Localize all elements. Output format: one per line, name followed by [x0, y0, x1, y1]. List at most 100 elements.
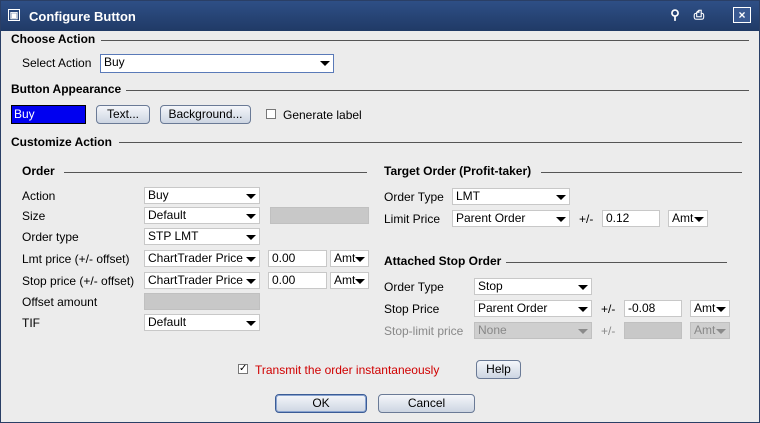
attached-stop-unit-value: Amt: [694, 301, 716, 315]
pin-icon[interactable]: ⚲: [667, 7, 683, 23]
attached-stop-heading: Attached Stop Order: [384, 254, 502, 268]
chevron-down-icon: [246, 279, 256, 284]
stop-order-type-label: Order Type: [384, 280, 444, 294]
chevron-down-icon: [246, 235, 256, 240]
select-action-label: Select Action: [22, 56, 92, 70]
stop-order-type-value: Stop: [478, 279, 503, 293]
limit-price-label: Limit Price: [384, 212, 441, 226]
select-action-dropdown[interactable]: Buy: [100, 54, 334, 73]
lmt-offset-input[interactable]: 0.00: [268, 250, 327, 267]
chevron-down-icon: [246, 257, 256, 262]
offset-amount-field: [144, 293, 260, 310]
chevron-down-icon: [246, 194, 256, 199]
cancel-button[interactable]: Cancel: [378, 394, 475, 413]
select-action-value: Buy: [104, 55, 125, 69]
tif-dropdown[interactable]: Default: [144, 314, 260, 331]
customize-action-heading: Customize Action: [11, 135, 112, 149]
lmt-unit-dropdown[interactable]: Amt: [330, 250, 369, 267]
lmt-price-value: ChartTrader Price: [148, 251, 243, 265]
tif-value: Default: [148, 315, 187, 329]
lmt-unit-value: Amt: [334, 251, 356, 265]
tif-label: TIF: [22, 316, 40, 330]
chevron-down-icon: [355, 257, 365, 262]
attached-stop-price-dropdown[interactable]: Parent Order: [474, 300, 592, 317]
target-order-heading: Target Order (Profit-taker): [384, 164, 532, 178]
print-icon[interactable]: ⎙: [691, 7, 707, 23]
chevron-down-icon: [694, 217, 704, 222]
attached-stop-offset-input[interactable]: -0.08: [624, 300, 682, 317]
app-icon: ▣: [8, 9, 20, 21]
attached-stop-price-value: Parent Order: [478, 301, 548, 315]
choose-action-heading: Choose Action: [11, 32, 96, 46]
ok-button[interactable]: OK: [275, 394, 367, 413]
target-order-type-label: Order Type: [384, 190, 444, 204]
limit-offset-input[interactable]: 0.12: [602, 210, 660, 227]
target-order-type-dropdown[interactable]: LMT: [452, 188, 570, 205]
chevron-down-icon: [320, 61, 330, 66]
chevron-down-icon: [578, 285, 588, 290]
chevron-down-icon: [578, 329, 588, 334]
offset-amount-label: Offset amount: [22, 295, 98, 309]
action-dropdown[interactable]: Buy: [144, 187, 260, 204]
stop-unit-dropdown[interactable]: Amt: [330, 272, 369, 289]
stop-price-dropdown[interactable]: ChartTrader Price: [144, 272, 260, 289]
chevron-down-icon: [578, 307, 588, 312]
order-type-label: Order type: [22, 230, 79, 244]
lmt-price-label: Lmt price (+/- offset): [22, 252, 130, 266]
chevron-down-icon: [716, 307, 726, 312]
chevron-down-icon: [246, 321, 256, 326]
action-label: Action: [22, 189, 56, 203]
stop-order-type-dropdown[interactable]: Stop: [474, 278, 592, 295]
attached-stop-price-label: Stop Price: [384, 302, 440, 316]
size-dropdown[interactable]: Default: [144, 207, 260, 224]
order-type-dropdown[interactable]: STP LMT: [144, 228, 260, 245]
chevron-down-icon: [716, 329, 726, 334]
background-button[interactable]: Background...: [160, 105, 251, 124]
size-disabled-field: [270, 207, 369, 224]
button-appearance-heading: Button Appearance: [11, 82, 122, 96]
divider: [506, 262, 727, 263]
limit-unit-dropdown[interactable]: Amt: [668, 210, 708, 227]
transmit-checkbox[interactable]: ✓: [238, 364, 248, 374]
stop-limit-unit-dropdown: Amt: [690, 322, 730, 339]
order-type-value: STP LMT: [148, 229, 199, 243]
generate-label-checkbox[interactable]: [266, 109, 276, 119]
chevron-down-icon: [556, 217, 566, 222]
attached-stop-unit-dropdown[interactable]: Amt: [690, 300, 730, 317]
stop-unit-value: Amt: [334, 273, 356, 287]
divider: [541, 172, 742, 173]
stop-price-label: Stop price (+/- offset): [22, 274, 135, 288]
action-value: Buy: [148, 188, 169, 202]
stop-plus-minus: +/-: [601, 302, 616, 316]
window-title: Configure Button: [29, 9, 136, 24]
stop-limit-plus-minus: +/-: [601, 324, 616, 338]
title-bar[interactable]: ▣ Configure Button ⚲ ⎙ ×: [1, 1, 759, 31]
stop-limit-price-label: Stop-limit price: [384, 324, 464, 338]
stop-offset-input[interactable]: 0.00: [268, 272, 327, 289]
help-button[interactable]: Help: [476, 360, 521, 379]
limit-unit-value: Amt: [672, 211, 694, 225]
generate-label-text: Generate label: [283, 108, 362, 122]
stop-limit-unit-value: Amt: [694, 323, 716, 337]
chevron-down-icon: [246, 214, 256, 219]
text-button[interactable]: Text...: [96, 105, 150, 124]
limit-price-value: Parent Order: [456, 211, 526, 225]
divider: [119, 142, 742, 143]
close-button[interactable]: ×: [733, 7, 751, 23]
configure-button-dialog: ▣ Configure Button ⚲ ⎙ × Choose Action S…: [0, 0, 760, 423]
stop-limit-offset-field: [624, 322, 682, 339]
divider: [126, 90, 749, 91]
order-heading: Order: [22, 164, 55, 178]
stop-price-value: ChartTrader Price: [148, 273, 243, 287]
limit-plus-minus: +/-: [579, 212, 594, 226]
size-label: Size: [22, 209, 46, 223]
button-preview: Buy: [11, 105, 86, 124]
stop-limit-value: None: [478, 323, 507, 337]
chevron-down-icon: [355, 279, 365, 284]
transmit-label: Transmit the order instantaneously: [255, 363, 440, 377]
limit-price-dropdown[interactable]: Parent Order: [452, 210, 570, 227]
lmt-price-dropdown[interactable]: ChartTrader Price: [144, 250, 260, 267]
stop-limit-price-dropdown: None: [474, 322, 592, 339]
divider: [64, 172, 367, 173]
divider: [101, 40, 749, 41]
